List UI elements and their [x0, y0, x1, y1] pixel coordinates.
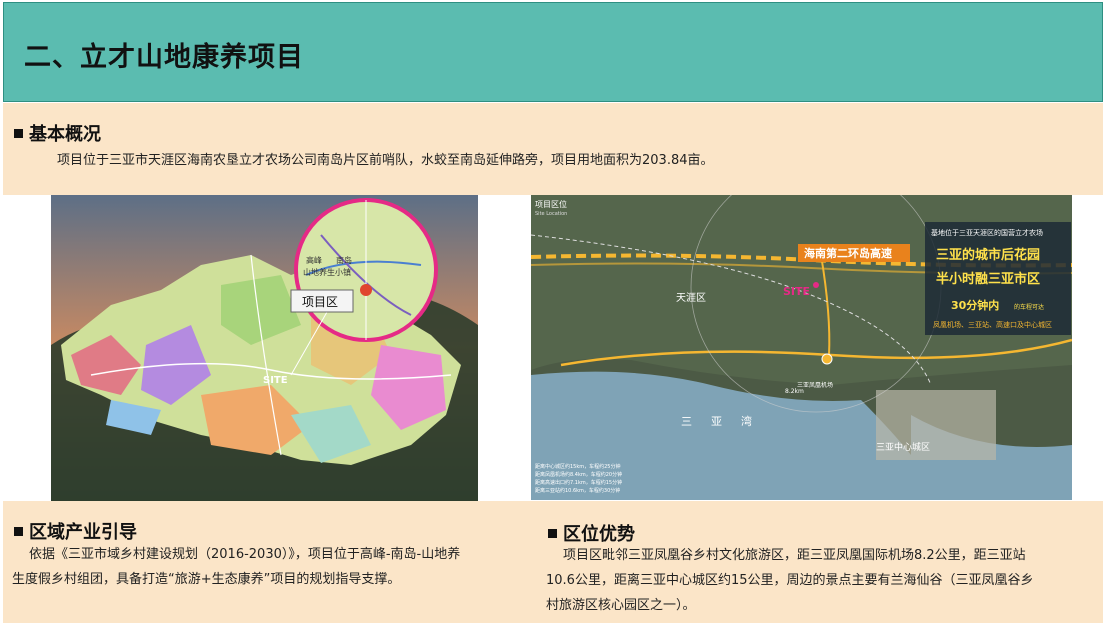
legend-item-2: 距离凤凰机场约8.4km，车程约20分钟	[535, 471, 622, 478]
bullet-square-icon	[14, 526, 23, 536]
bay-label-2: 亚	[711, 415, 722, 428]
page-title: 二、立才山地康养项目	[24, 42, 304, 73]
map-corner-title: 项目区位	[535, 199, 567, 209]
highway-label: 海南第二环岛高速	[804, 246, 892, 260]
page-header: 二、立才山地康养项目	[3, 2, 1103, 102]
info-line1: 基地位于三亚天涯区的国营立才农场	[931, 228, 1043, 237]
overview-text: 项目位于三亚市天涯区海南农垦立才农场公司南岛片区前哨队，水蛟至南岛延伸路旁，项目…	[57, 153, 714, 168]
info-line3: 半小时融三亚市区	[936, 271, 1040, 287]
map-corner-subtitle: Site Location	[535, 211, 567, 217]
site-marker-icon	[360, 284, 372, 296]
location-map-svg: 项目区位 Site Location 海南第二环岛高速 天涯区 SITE 三 亚 凤…	[531, 195, 1072, 500]
legend-item-1: 距离中心城区约15km，车程约25分钟	[535, 463, 621, 470]
overview-title: 基本概况	[29, 124, 101, 145]
info-line2: 三亚的城市后花园	[936, 247, 1040, 263]
location-line3: 村旅游区核心园区之一）。	[546, 598, 696, 613]
inset-label-2: 南岛	[336, 255, 352, 265]
tianya-district-label: 天涯区	[676, 291, 706, 304]
project-area-label: 项目区	[302, 295, 338, 309]
right-site-label: SITE	[783, 285, 810, 298]
bullet-square-icon	[548, 528, 557, 538]
left-site-label: SITE	[263, 375, 288, 386]
info-line5: 凤凰机场、三亚站、高速口及中心城区	[933, 320, 1052, 329]
industry-title: 区域产业引导	[29, 522, 137, 543]
industry-section-title: 区域产业引导	[14, 518, 137, 544]
info-line4-rest: 的车程可达	[1014, 303, 1044, 311]
bay-label-1: 三	[681, 415, 692, 428]
location-line1: 项目区毗邻三亚凤凰谷乡村文化旅游区，距三亚凤凰国际机场8.2公里，距三亚站	[563, 548, 1026, 563]
industry-line2: 生度假乡村组团，具备打造“旅游+生态康养”项目的规划指导支撑。	[12, 572, 401, 587]
inset-label-1: 高峰	[306, 255, 322, 265]
bay-label-3: 湾	[741, 414, 752, 428]
legend-item-4: 距离三亚站约10.6km，车程约30分钟	[535, 487, 620, 494]
location-map-image: 项目区位 Site Location 海南第二环岛高速 天涯区 SITE 三 亚 凤…	[531, 195, 1072, 500]
city-center-label: 三亚中心城区	[876, 441, 930, 453]
overview-section-title: 基本概况	[14, 120, 101, 146]
planning-map-image: 高峰 南岛 山地养生小镇 项目区 SITE	[51, 195, 478, 501]
location-line2: 10.6公里，距离三亚中心城区约15公里，周边的景点主要有兰海仙谷（三亚凤凰谷乡	[546, 573, 1034, 588]
industry-line1: 依据《三亚市域乡村建设规划（2016-2030）》，项目位于高峰-南岛-山地养	[29, 547, 461, 562]
airport-distance-label: 8.2km	[785, 388, 804, 395]
inset-label-3: 山地养生小镇	[303, 267, 351, 277]
info-line4-em: 30分钟内	[951, 298, 999, 312]
planning-map-svg: 高峰 南岛 山地养生小镇 项目区 SITE	[51, 195, 478, 501]
legend-item-3: 距离高速出口约7.1km，车程约15分钟	[535, 479, 622, 486]
bullet-square-icon	[14, 128, 23, 138]
